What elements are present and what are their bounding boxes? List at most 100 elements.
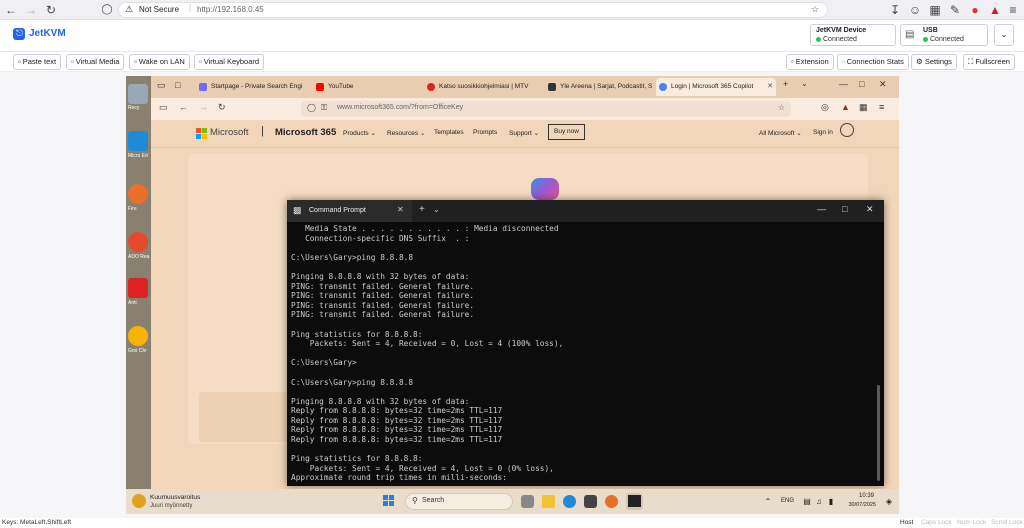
- tab-list-icon[interactable]: □: [175, 80, 180, 90]
- store-taskbar-icon[interactable]: [584, 495, 597, 508]
- copilot-icon[interactable]: ◎: [821, 102, 829, 113]
- start-button-icon[interactable]: [383, 495, 395, 507]
- weather-title[interactable]: Kuumuusvaroitus: [150, 494, 200, 501]
- edge-desktop-icon[interactable]: [128, 131, 148, 151]
- close-window-icon[interactable]: ✕: [879, 79, 887, 90]
- usb-status: Connected: [930, 36, 964, 43]
- extensions-icon[interactable]: ▦: [859, 102, 868, 113]
- chevron-up-icon[interactable]: ⌃: [763, 497, 773, 507]
- task-view-icon[interactable]: [521, 495, 534, 508]
- menu-icon[interactable]: ≡: [879, 102, 884, 112]
- clock-time[interactable]: 10:39: [844, 493, 874, 499]
- terminal-output[interactable]: Media State . . . . . . . . . . . : Medi…: [291, 224, 876, 484]
- tab-startpage[interactable]: Startpage - Private Search Engi: [196, 78, 312, 96]
- sidebar-toggle-icon[interactable]: ▭: [159, 102, 168, 113]
- tab-dropdown-icon[interactable]: ⌄: [801, 79, 808, 88]
- command-prompt-window[interactable]: ▩ Command Prompt ✕ + ⌄ — □ ✕ Media State…: [287, 200, 884, 486]
- nav-products[interactable]: Products ⌄: [343, 129, 376, 137]
- close-tab-icon[interactable]: ✕: [767, 78, 773, 96]
- extensions-icon[interactable]: ▦: [928, 3, 942, 17]
- new-tab-icon[interactable]: +: [419, 204, 425, 215]
- edge-taskbar-icon[interactable]: [563, 495, 576, 508]
- adobe-desktop-icon[interactable]: [128, 232, 148, 252]
- nav-support[interactable]: Support ⌄: [509, 129, 539, 137]
- clock-date[interactable]: 30/07/2025: [838, 502, 876, 508]
- reload-icon[interactable]: ↻: [218, 102, 226, 113]
- all-microsoft-menu[interactable]: All Microsoft ⌄: [759, 129, 802, 137]
- remote-desktop[interactable]: Recy Micro Ed Fire ADO Rea Anti Goo Chr …: [126, 76, 899, 514]
- reload-icon[interactable]: ↻: [44, 3, 58, 17]
- fullscreen-button[interactable]: ⛶ Fullscreen: [963, 54, 1015, 70]
- recycle-bin-icon[interactable]: [128, 84, 148, 104]
- terminal-scrollbar[interactable]: [877, 385, 880, 481]
- notification-bell-icon[interactable]: ◈: [884, 497, 894, 507]
- url-text[interactable]: http://192.168.0.45: [197, 5, 264, 14]
- pen-icon[interactable]: ✎: [948, 3, 962, 17]
- address-bar[interactable]: ⚠ Not Secure | http://192.168.0.45 ☆: [118, 2, 828, 18]
- download-icon[interactable]: ↧: [888, 3, 902, 17]
- firefox-desktop-icon[interactable]: [128, 184, 148, 204]
- connection-stats-button[interactable]: ▫ Connection Stats: [837, 54, 909, 70]
- record-icon[interactable]: ●: [968, 3, 982, 17]
- virtual-keyboard-button[interactable]: ▫ Virtual Keyboard: [194, 54, 265, 70]
- tab-microsoft-login[interactable]: Login | Microsoft 365 Copilot ✕: [656, 78, 776, 96]
- firefox-taskbar-icon[interactable]: [605, 495, 618, 508]
- chrome-desktop-icon[interactable]: [128, 326, 148, 346]
- minimize-icon[interactable]: —: [817, 204, 826, 214]
- close-tab-icon[interactable]: ✕: [397, 205, 404, 214]
- buy-now-button[interactable]: Buy now: [548, 124, 585, 140]
- tab-mtv[interactable]: Katso suosikkiohjelmiasi | MTV: [424, 78, 544, 96]
- shield-icon[interactable]: ◯: [100, 3, 114, 17]
- ms-brand[interactable]: Microsoft: [210, 127, 249, 138]
- maximize-icon[interactable]: □: [842, 204, 847, 214]
- settings-button[interactable]: ⚙ Settings: [911, 54, 957, 70]
- bookmark-star-icon[interactable]: ☆: [778, 103, 785, 112]
- page-url-bar[interactable]: ◯ ⚿ www.microsoft365.com/?from=OfficeKey…: [301, 101, 791, 117]
- cmd-tab[interactable]: ▩ Command Prompt ✕: [287, 200, 412, 222]
- account-avatar-icon[interactable]: [840, 123, 854, 137]
- back-icon[interactable]: ←: [4, 3, 18, 17]
- tab-yle[interactable]: Yle Areena | Sarjat, Podcastit, S: [545, 78, 655, 96]
- network-icon[interactable]: ▤: [802, 497, 812, 507]
- tab-dropdown-icon[interactable]: ⌄: [433, 205, 440, 214]
- taskbar-search-input[interactable]: ⚲ Search: [405, 493, 513, 510]
- wake-on-lan-button[interactable]: ▫ Wake on LAN: [129, 54, 190, 70]
- bookmark-star-icon[interactable]: ☆: [811, 4, 819, 15]
- menu-icon[interactable]: ≡: [1006, 3, 1020, 17]
- nav-templates[interactable]: Templates: [434, 129, 464, 136]
- language-indicator[interactable]: ENG: [781, 498, 794, 504]
- ublock-icon[interactable]: ▲: [841, 102, 850, 112]
- paste-text-button[interactable]: ▫ Paste text: [13, 54, 62, 70]
- new-tab-icon[interactable]: +: [783, 79, 788, 89]
- sidebar-icon[interactable]: ▭: [157, 80, 166, 91]
- antivirus-desktop-icon[interactable]: [128, 278, 148, 298]
- terminal-line: Reply from 8.8.8.8: bytes=32 time=2ms TT…: [291, 415, 503, 425]
- virtual-media-button[interactable]: ▫ Virtual Media: [66, 54, 125, 70]
- volume-icon[interactable]: ♫: [814, 497, 824, 507]
- weather-icon[interactable]: [132, 494, 146, 508]
- header-dropdown-button[interactable]: ⌄: [994, 24, 1014, 46]
- battery-icon[interactable]: ▮: [826, 497, 836, 507]
- forward-icon[interactable]: →: [24, 3, 38, 17]
- usb-status-card[interactable]: ▤ USB Connected: [900, 24, 988, 46]
- page-url-text[interactable]: www.microsoft365.com/?from=OfficeKey: [337, 104, 463, 111]
- maximize-icon[interactable]: □: [859, 79, 864, 89]
- close-window-icon[interactable]: ✕: [866, 204, 874, 215]
- ublock-icon[interactable]: ▲: [988, 3, 1002, 17]
- terminal-line: Pinging 8.8.8.8 with 32 bytes of data:: [291, 271, 470, 281]
- nav-resources[interactable]: Resources ⌄: [387, 129, 425, 137]
- ms-product[interactable]: Microsoft 365: [275, 127, 336, 138]
- file-explorer-icon[interactable]: [542, 495, 555, 508]
- extension-button[interactable]: ▫ Extension: [786, 54, 834, 70]
- account-icon[interactable]: ☺: [908, 3, 922, 17]
- tab-youtube[interactable]: YouTube: [313, 78, 423, 96]
- back-icon[interactable]: ←: [179, 102, 188, 112]
- device-status-card[interactable]: JetKVM Device Connected: [810, 24, 896, 46]
- minimize-icon[interactable]: —: [839, 79, 848, 89]
- sign-in-link[interactable]: Sign in: [813, 129, 833, 136]
- nav-prompts[interactable]: Prompts: [473, 129, 497, 136]
- status-bar: Keys: MetaLeft,ShiftLeft Host Caps Lock …: [0, 518, 1024, 528]
- cmd-taskbar-button[interactable]: [626, 493, 643, 510]
- forward-icon[interactable]: →: [199, 102, 208, 112]
